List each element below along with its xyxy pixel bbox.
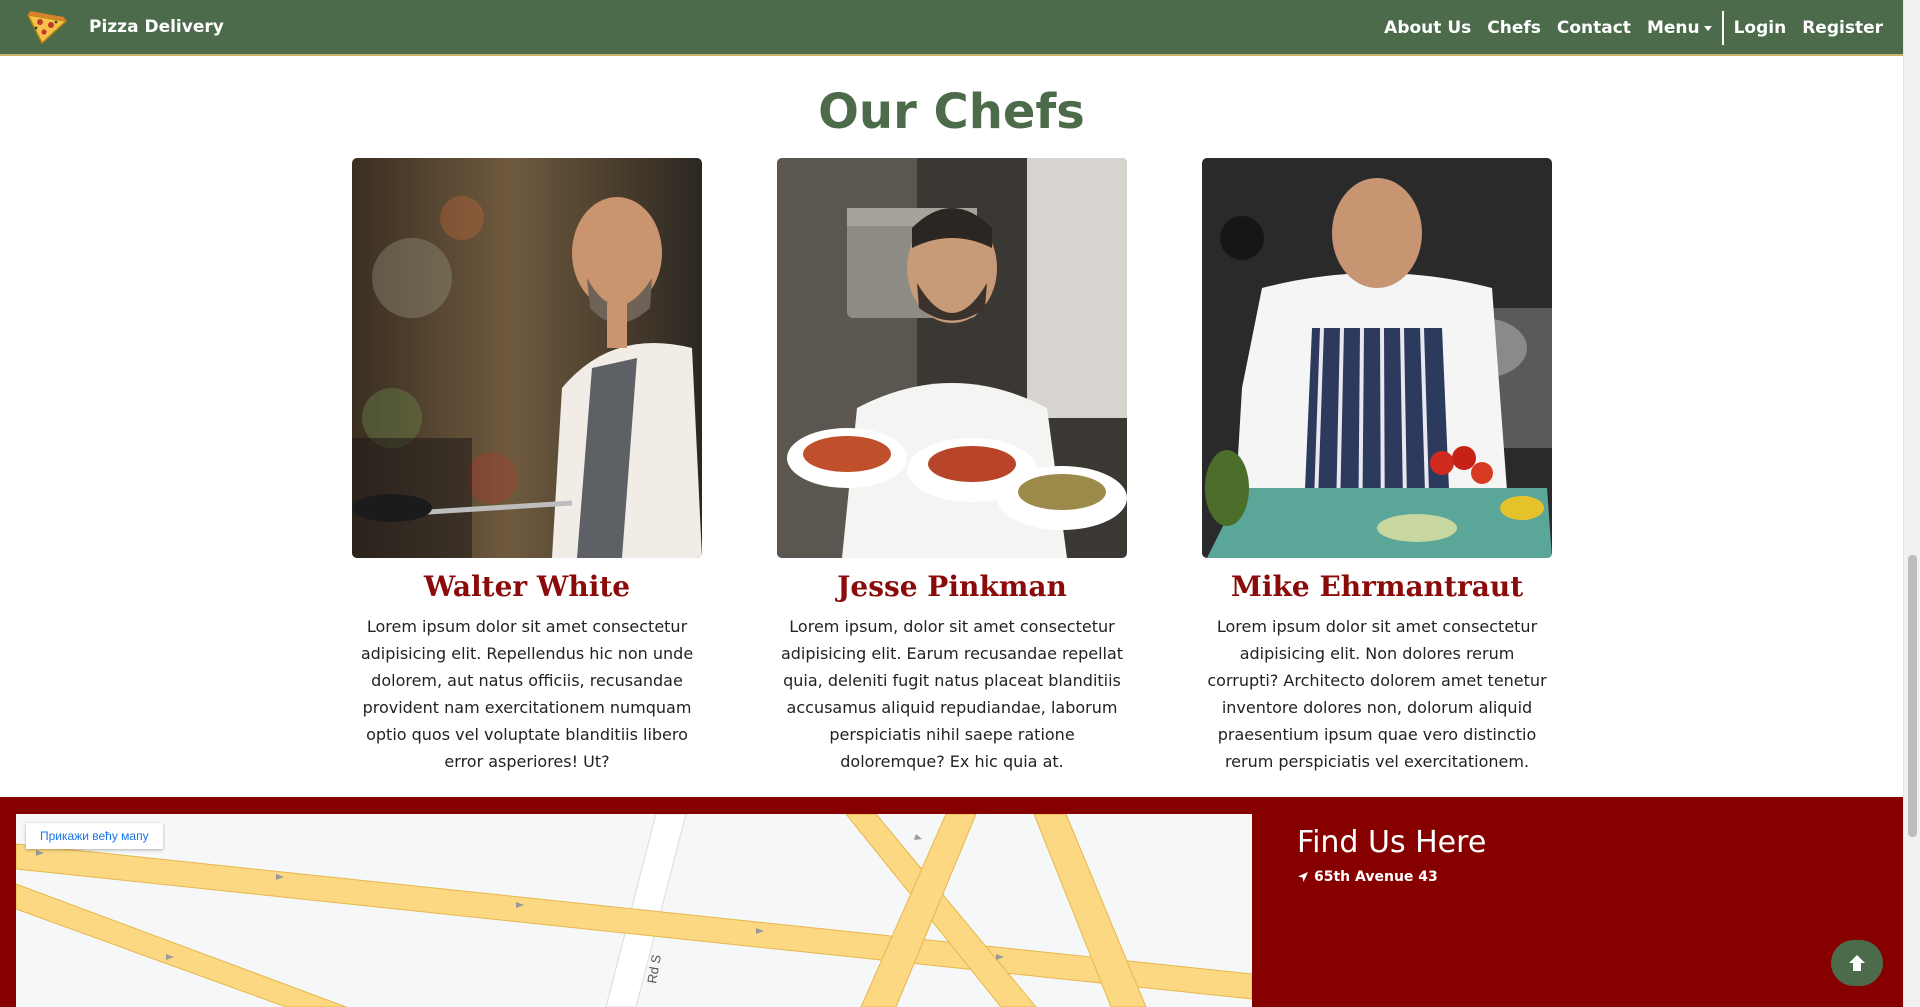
chef-description: Lorem ipsum, dolor sit amet consectetur …: [780, 617, 1124, 771]
chef-name: Walter White: [423, 570, 631, 603]
navbar: Pizza Delivery About Us Chefs Contact Me…: [0, 0, 1903, 56]
caret-down-icon: [1703, 25, 1712, 31]
footer: Rd S Прикажи већу мапу Find Us Here 65th…: [0, 797, 1903, 1007]
nav-divider: [1721, 11, 1724, 45]
scrollbar[interactable]: [1903, 0, 1920, 1007]
nav-links: About Us Chefs Contact Menu Login Regist…: [1368, 0, 1883, 56]
chef-card: Walter White Lorem ipsum dolor sit amet …: [352, 158, 702, 775]
chef-card: Mike Ehrmantraut Lorem ipsum dolor sit a…: [1202, 158, 1552, 775]
brand-link[interactable]: Pizza Delivery: [24, 9, 224, 45]
menu-label: Menu: [1646, 18, 1700, 38]
arrow-up-icon: [1849, 955, 1865, 971]
chef-photo: [1202, 158, 1552, 558]
nav-chefs[interactable]: Chefs: [1487, 18, 1541, 38]
chef-name: Mike Ehrmantraut: [1230, 570, 1524, 603]
nav-login[interactable]: Login: [1734, 18, 1787, 38]
section-title: Our Chefs: [818, 84, 1085, 140]
chef-name: Jesse Pinkman: [837, 570, 1067, 603]
chef-photo: [352, 158, 702, 558]
chef-photo: [777, 158, 1127, 558]
nav-menu-dropdown[interactable]: Menu: [1647, 18, 1712, 38]
location-arrow-icon: [1298, 872, 1308, 882]
chef-description: Lorem ipsum dolor sit amet consectetur a…: [1207, 617, 1547, 771]
nav-contact[interactable]: Contact: [1557, 18, 1631, 38]
chef-card: Jesse Pinkman Lorem ipsum, dolor sit ame…: [777, 158, 1127, 775]
back-to-top-button[interactable]: [1831, 940, 1883, 986]
view-larger-map-button[interactable]: Прикажи већу мапу: [26, 823, 163, 849]
embedded-map[interactable]: Rd S Прикажи већу мапу: [16, 814, 1252, 1007]
nav-about-us[interactable]: About Us: [1384, 18, 1471, 38]
nav-register[interactable]: Register: [1802, 18, 1883, 38]
scrollbar-thumb[interactable]: [1908, 555, 1917, 837]
address-text: 65th Avenue 43: [1314, 869, 1438, 885]
address-line: 65th Avenue 43: [1297, 869, 1438, 885]
find-us-title: Find Us Here: [1297, 825, 1487, 860]
brand-name: Pizza Delivery: [89, 17, 224, 37]
chef-description: Lorem ipsum dolor sit amet consectetur a…: [360, 617, 694, 771]
pizza-icon: [26, 11, 68, 45]
